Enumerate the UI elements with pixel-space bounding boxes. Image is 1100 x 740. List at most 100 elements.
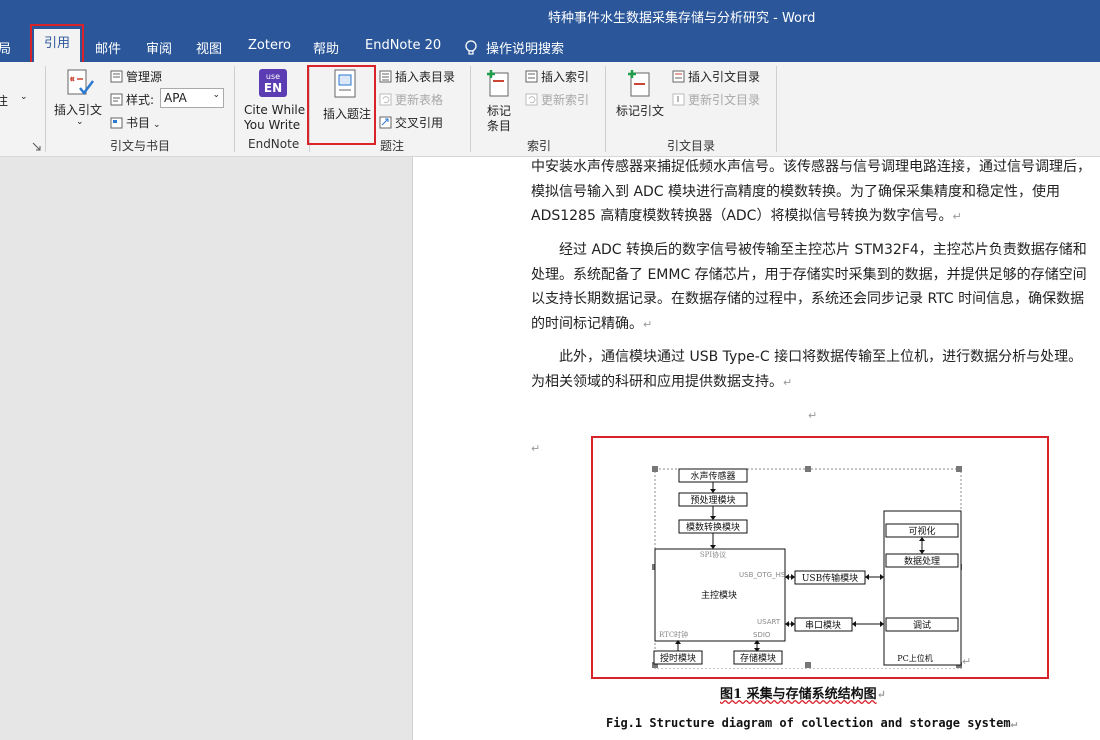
captions-group-label: 题注 <box>380 139 405 153</box>
update-toa-icon <box>672 93 685 106</box>
bibliography-label: 书目 <box>126 116 151 130</box>
resize-handle <box>805 662 811 668</box>
resize-handle <box>805 466 811 472</box>
insert-toa-button[interactable]: 插入引文目录 <box>672 68 760 85</box>
adc-label: 模数转换模块 <box>686 521 740 533</box>
insert-index-label: 插入索引 <box>541 70 590 84</box>
structure-diagram[interactable]: 水声传感器 预处理模块 模数转换模块 SPI协议 主控模块 USB_OTG_HS… <box>651 465 966 669</box>
usb-otg-label: USB_OTG_HS <box>739 571 786 579</box>
update-toa-button[interactable]: 更新引文目录 <box>672 91 760 108</box>
tab-layout[interactable]: 局 <box>0 38 11 57</box>
insert-caption-button[interactable]: 插入题注 <box>314 66 376 132</box>
insert-citation-label: 插入引文 <box>54 103 103 117</box>
visual-label: 可视化 <box>908 525 935 537</box>
update-table-icon <box>379 93 392 106</box>
figure-caption-cn-text: 图1 采集与存储系统结构图 <box>720 687 877 702</box>
style-row: 样式: <box>110 91 154 108</box>
update-table-label: 更新表格 <box>395 93 444 107</box>
footnotes-group-partial[interactable]: 注 <box>0 92 8 109</box>
style-label: 样式: <box>126 93 155 107</box>
resize-handle <box>652 466 658 472</box>
paragraph-mark: ↵ <box>643 317 653 331</box>
paragraph-3-text: 此外，通信模块通过 USB Type-C 接口将数据传输至上位机，进行数据分析与… <box>531 349 1083 390</box>
usb-module-label: USB传输模块 <box>802 572 858 584</box>
pc-label: PC上位机 <box>897 653 933 663</box>
tab-help[interactable]: 帮助 <box>313 38 339 57</box>
svg-text:EN: EN <box>264 81 282 95</box>
figure-caption-en[interactable]: Fig.1 Structure diagram of collection an… <box>606 716 1017 730</box>
paragraph-mark: ↵ <box>962 655 972 668</box>
tab-view[interactable]: 视图 <box>196 38 222 57</box>
uart-module-label: 串口模块 <box>805 619 841 631</box>
title-bar: 特种事件水生数据采集存储与分析研究 - Word <box>0 0 1100 32</box>
citations-group-label: 引文与书目 <box>110 139 171 153</box>
manage-sources-icon <box>110 70 123 83</box>
dialog-launcher-icon[interactable] <box>32 142 41 151</box>
tab-mailings[interactable]: 邮件 <box>95 38 121 57</box>
usart-label: USART <box>757 618 781 626</box>
mark-entry-icon <box>487 70 509 97</box>
mark-entry-button[interactable]: 标记 条目 <box>478 66 522 134</box>
sdio-label: SDIO <box>753 631 771 639</box>
cross-reference-button[interactable]: 交叉引用 <box>379 114 443 131</box>
window-title: 特种事件水生数据采集存储与分析研究 - Word <box>548 11 816 26</box>
paragraph-2-text: 经过 ADC 转换后的数字信号被传输至主控芯片 STM32F4，主控芯片负责数据… <box>531 242 1087 332</box>
paragraph-mark: ↵ <box>783 375 793 389</box>
style-icon <box>110 93 123 106</box>
tab-review[interactable]: 审阅 <box>146 38 172 57</box>
tab-zotero[interactable]: Zotero <box>248 38 291 53</box>
manage-sources-button[interactable]: 管理源 <box>110 68 162 85</box>
chevron-down-icon: ⌄ <box>153 120 161 130</box>
insert-toa-label: 插入引文目录 <box>688 70 761 84</box>
paragraph-mark: ↵ <box>876 688 886 701</box>
cite-while-you-write-button[interactable]: use EN Cite While You Write <box>240 66 306 134</box>
style-value: APA <box>164 91 187 105</box>
insert-citation-button[interactable]: 插入引文 ⌄ <box>52 66 106 132</box>
tab-endnote[interactable]: EndNote 20 <box>365 38 441 53</box>
insert-caption-label: 插入题注 <box>323 107 372 121</box>
insert-table-of-figures-button[interactable]: 插入表目录 <box>379 68 455 85</box>
arrow-head <box>880 574 884 580</box>
mark-citation-button[interactable]: 标记引文 <box>612 66 668 134</box>
ribbon-tab-bar: 局 引用 邮件 审阅 视图 Zotero 帮助 EndNote 20 操作说明搜… <box>0 29 1100 62</box>
preprocess-label: 预处理模块 <box>690 494 735 506</box>
main-controller-label: 主控模块 <box>701 589 737 601</box>
mark-citation-label: 标记引文 <box>616 104 665 118</box>
paragraph-1[interactable]: 中安装水声传感器来捕捉低频水声信号。该传感器与信号调理电路连接，通过信号调理后，… <box>531 157 1091 230</box>
update-table-button[interactable]: 更新表格 <box>379 91 443 108</box>
timer-label: 授时模块 <box>660 652 696 664</box>
toa-group-label: 引文目录 <box>667 139 716 153</box>
paragraph-1-text: 中安装水声传感器来捕捉低频水声信号。该传感器与信号调理电路连接，通过信号调理后，… <box>531 159 1091 224</box>
bibliography-button[interactable]: 书目 ⌄ <box>110 114 161 131</box>
bibliography-icon <box>110 117 123 129</box>
chevron-down-icon: ⌄ <box>76 117 84 127</box>
cross-reference-label: 交叉引用 <box>395 116 444 130</box>
arrow-head <box>785 574 789 580</box>
style-dropdown[interactable]: APA ⌄ <box>160 88 224 108</box>
cite-label-line2: You Write <box>244 118 301 132</box>
insert-index-button[interactable]: 插入索引 <box>525 68 589 85</box>
chevron-down-icon[interactable]: ⌄ <box>20 92 28 102</box>
paragraph-mark: ↵ <box>531 442 541 455</box>
arrow-head <box>880 621 884 627</box>
arrow-head <box>852 621 856 627</box>
tab-references[interactable]: 引用 <box>34 29 81 62</box>
update-index-button[interactable]: 更新索引 <box>525 91 589 108</box>
chevron-down-icon: ⌄ <box>212 90 220 100</box>
arrow-head <box>785 621 789 627</box>
storage-label: 存储模块 <box>740 652 776 664</box>
document-page[interactable]: 中安装水声传感器来捕捉低频水声信号。该传感器与信号调理电路连接，通过信号调理后，… <box>413 157 1100 740</box>
arrow-head <box>791 621 795 627</box>
paragraph-3[interactable]: 此外，通信模块通过 USB Type-C 接口将数据传输至上位机，进行数据分析与… <box>531 345 1091 395</box>
arrow-head <box>710 545 716 549</box>
rtc-label: RTC时钟 <box>659 630 688 639</box>
figure-caption-en-text: Fig.1 Structure diagram of collection an… <box>606 716 1011 730</box>
tell-me-search[interactable]: 操作说明搜索 <box>464 38 564 57</box>
endnote-group-label: EndNote <box>248 137 300 151</box>
paragraph-2[interactable]: 经过 ADC 转换后的数字信号被传输至主控芯片 STM32F4，主控芯片负责数据… <box>531 238 1091 337</box>
data-processing-label: 数据处理 <box>904 555 940 567</box>
figure-caption-cn[interactable]: 图1 采集与存储系统结构图↵ <box>720 683 886 702</box>
mark-entry-label-2: 条目 <box>487 119 512 133</box>
insert-table-of-figures-label: 插入表目录 <box>395 70 456 84</box>
insert-toa-icon <box>672 70 685 83</box>
